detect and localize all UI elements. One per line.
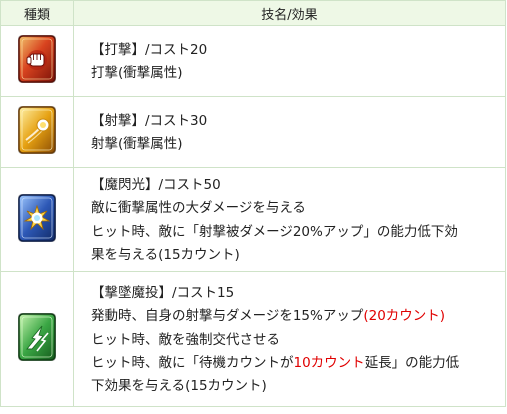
skill-effect-line: ヒット時、敵に「射撃被ダメージ20%アップ」の能力低下効 bbox=[91, 221, 497, 244]
burst-card-icon bbox=[18, 193, 56, 242]
text-segment: ヒット時、敵に「射撃被ダメージ20%アップ」の能力低下効 bbox=[91, 223, 458, 240]
skill-name: 【射撃】/コスト30 bbox=[91, 110, 497, 133]
highlighted-value: 10カウント bbox=[293, 354, 365, 371]
header-row: 種類 技名/効果 bbox=[0, 0, 506, 26]
text-segment: ヒット時、敵に「待機カウントが bbox=[91, 354, 294, 371]
text-segment: 【撃墜魔投】/コスト15 bbox=[91, 284, 235, 301]
skill-effect-line: 発動時、自身の射撃与ダメージを15%アップ(20カウント) bbox=[91, 305, 497, 328]
skill-table: 種類 技名/効果 【打撃】/コスト20 打撃(衝撃属性) 【射撃】/コスト30 … bbox=[0, 0, 506, 408]
text-segment: 果を与える(15カウント) bbox=[91, 246, 240, 263]
skill-row: 【撃墜魔投】/コスト15 発動時、自身の射撃与ダメージを15%アップ(20カウント… bbox=[0, 271, 506, 408]
skill-effect-line: ヒット時、敵を強制交代させる bbox=[91, 329, 497, 352]
skill-effect-line: 打撃(衝撃属性) bbox=[91, 62, 497, 85]
skill-effect-line: 果を与える(15カウント) bbox=[91, 244, 497, 267]
shot-card-icon bbox=[18, 106, 56, 154]
beam-card-icon bbox=[18, 313, 56, 361]
name-effect-column-header: 技名/効果 bbox=[73, 0, 506, 26]
skill-name: 【打撃】/コスト20 bbox=[91, 39, 497, 62]
skill-row: 【打撃】/コスト20 打撃(衝撃属性) bbox=[0, 25, 506, 97]
skill-name: 【魔閃光】/コスト50 bbox=[91, 174, 497, 197]
skill-description: 【打撃】/コスト20 打撃(衝撃属性) bbox=[73, 25, 506, 97]
text-segment: 射撃(衝撃属性) bbox=[91, 136, 183, 152]
skill-effect-line: 敵に衝撃属性の大ダメージを与える bbox=[91, 197, 497, 220]
skill-description: 【射撃】/コスト30 射撃(衝撃属性) bbox=[73, 96, 506, 168]
type-column-header: 種類 bbox=[0, 0, 74, 26]
skill-effect-line: 下効果を与える(15カウント) bbox=[91, 375, 497, 398]
text-segment: 延長」の能力低 bbox=[364, 354, 460, 371]
skill-effect-line: ヒット時、敵に「待機カウントが10カウント延長」の能力低 bbox=[91, 352, 497, 375]
skill-effect-line: 射撃(衝撃属性) bbox=[91, 133, 497, 156]
text-segment: 発動時、自身の射撃与ダメージを15%アップ bbox=[91, 308, 364, 325]
text-segment: 敵に衝撃属性の大ダメージを与える bbox=[91, 200, 306, 217]
text-segment: 打撃(衝撃属性) bbox=[91, 65, 183, 81]
skill-name: 【撃墜魔投】/コスト15 bbox=[91, 282, 497, 305]
text-segment: 下効果を与える(15カウント) bbox=[91, 378, 267, 395]
skill-description: 【魔閃光】/コスト50 敵に衝撃属性の大ダメージを与えるヒット時、敵に「射撃被ダメ… bbox=[73, 166, 506, 273]
highlighted-value: (20カウント) bbox=[363, 308, 446, 325]
text-segment: 【魔閃光】/コスト50 bbox=[91, 177, 221, 193]
skill-description: 【撃墜魔投】/コスト15 発動時、自身の射撃与ダメージを15%アップ(20カウント… bbox=[73, 271, 506, 408]
text-segment: 【射撃】/コスト30 bbox=[91, 112, 208, 129]
skill-row: 【魔閃光】/コスト50 敵に衝撃属性の大ダメージを与えるヒット時、敵に「射撃被ダメ… bbox=[0, 166, 506, 273]
text-segment: ヒット時、敵を強制交代させる bbox=[91, 331, 280, 348]
skill-row: 【射撃】/コスト30 射撃(衝撃属性) bbox=[0, 96, 506, 168]
fist-card-icon bbox=[18, 35, 56, 83]
text-segment: 【打撃】/コスト20 bbox=[91, 41, 208, 58]
